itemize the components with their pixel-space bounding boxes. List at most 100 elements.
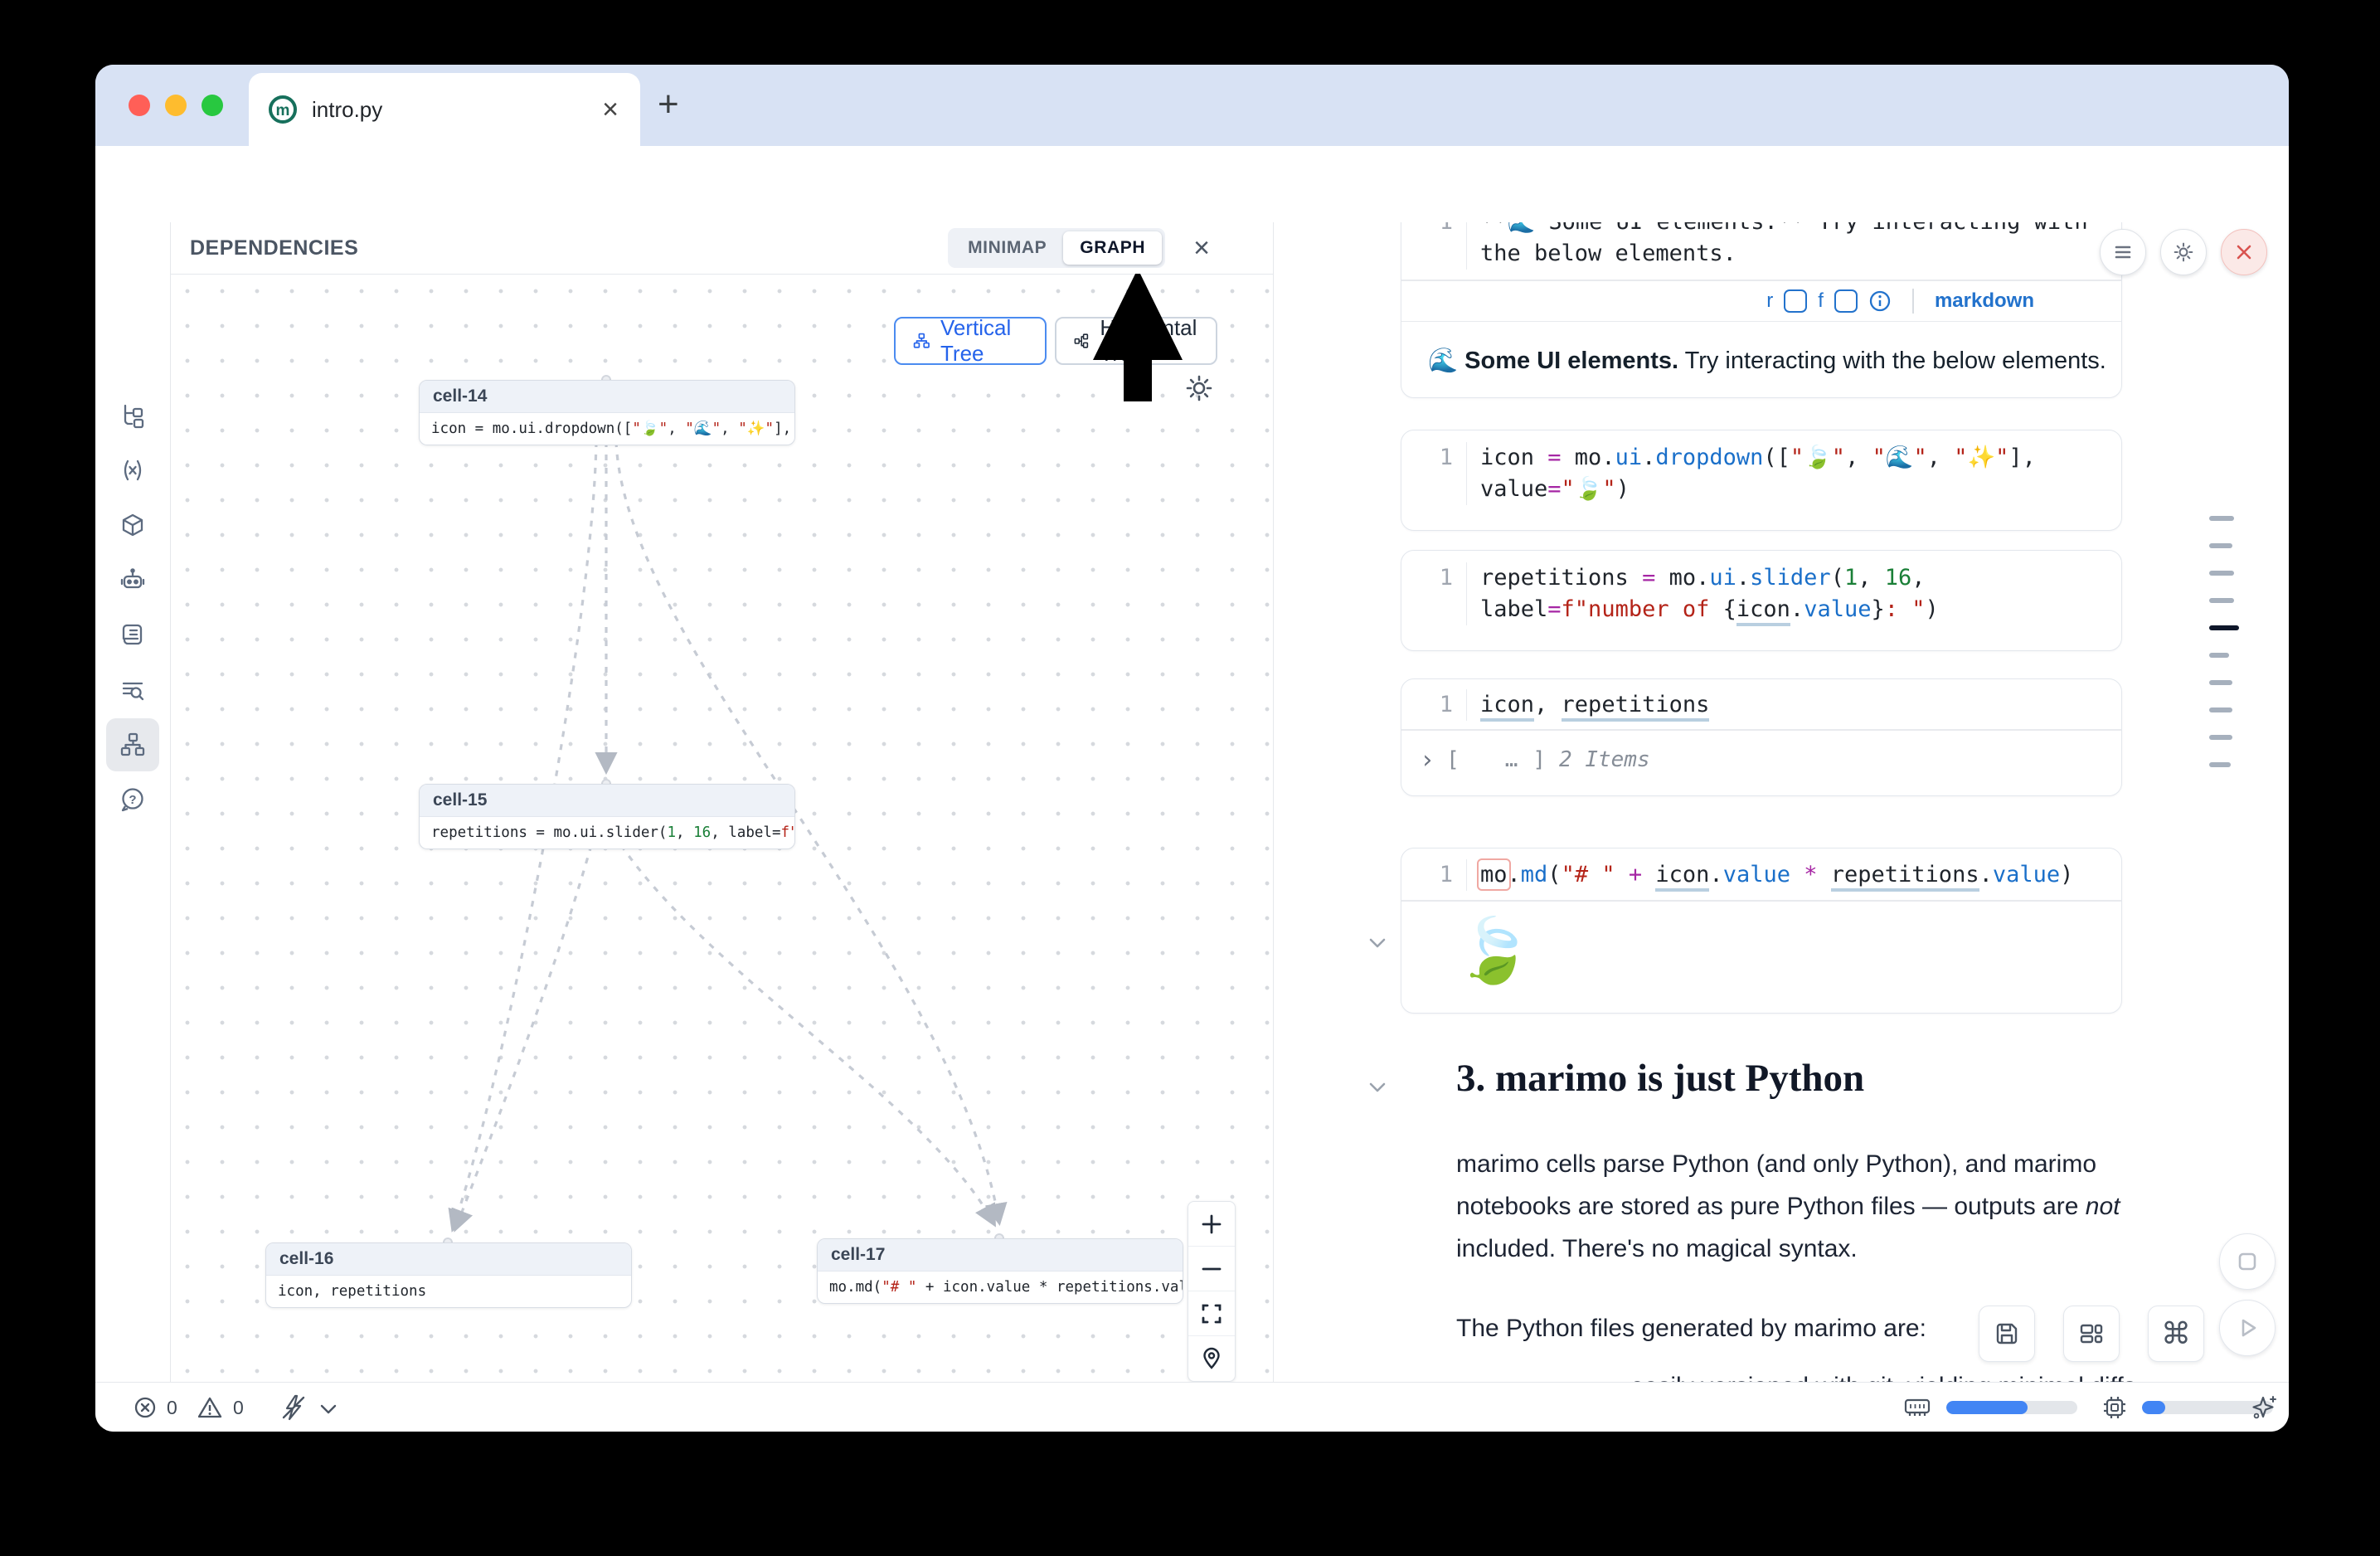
cell-tuple: 1 icon, repetitions › [ … ] 2 Items — [1401, 678, 2122, 796]
code-content: icon, repetitions — [1467, 689, 2052, 721]
items-count-label: 2 Items — [1559, 747, 1650, 772]
cell-slider-code: 1 repetitions = mo.ui.slider(1, 16, labe… — [1401, 550, 2122, 651]
minimize-window-button[interactable] — [165, 95, 187, 116]
minimap-cell-marker[interactable] — [2209, 735, 2232, 740]
collapsed-output[interactable]: › [ … ] 2 Items — [1401, 731, 2121, 790]
errors-indicator-icon[interactable] — [133, 1395, 158, 1420]
minimap-cell-marker[interactable] — [2209, 571, 2234, 576]
output-text: Try interacting with the below elements. — [1678, 348, 2106, 374]
graph-zoom-controls — [1188, 1201, 1236, 1382]
sidebar-item-ai-assistant[interactable] — [106, 554, 159, 607]
graph-node-code: repetitions = mo.ui.slider(1, 16, label=… — [420, 817, 794, 849]
output-emoji: 🌊 — [1428, 348, 1458, 374]
reactive-checkbox[interactable] — [1784, 289, 1807, 313]
cpu-usage-icon — [2101, 1393, 2129, 1422]
fit-view-button[interactable] — [1188, 1291, 1235, 1336]
graph-node-title: cell-17 — [818, 1239, 1183, 1272]
collapse-output-chevron-icon[interactable] — [1363, 929, 1392, 957]
sidebar-item-file-explorer[interactable] — [106, 390, 159, 443]
sidebar-item-dependencies[interactable] — [106, 718, 159, 771]
help-icon: ? — [119, 785, 147, 814]
minimap-cell-marker[interactable] — [2209, 680, 2232, 685]
line-number: 1 — [1401, 859, 1467, 891]
minimap-cell-marker[interactable] — [2209, 516, 2234, 521]
sidebar-item-variables[interactable] — [106, 445, 159, 498]
save-button[interactable] — [1979, 1306, 2035, 1362]
section-paragraph: marimo cells parse Python (and only Pyth… — [1456, 1143, 2171, 1270]
notebook-settings-button[interactable] — [2160, 229, 2207, 275]
shutdown-button[interactable] — [2221, 229, 2267, 275]
bracket-close: ] — [1532, 747, 1546, 772]
browser-tab[interactable]: m intro.py × — [249, 73, 640, 146]
expand-chevron-icon[interactable]: › — [1420, 746, 1435, 775]
run-button[interactable] — [2219, 1300, 2276, 1356]
vertical-tree-button[interactable]: Vertical Tree — [894, 317, 1047, 365]
info-icon[interactable] — [1868, 289, 1892, 313]
graph-node-cell-14[interactable]: cell-14 icon = mo.ui.dropdown(["🍃", "🌊",… — [419, 380, 795, 445]
ai-sparkle-button[interactable] — [2250, 1393, 2280, 1422]
graph-node-cell-17[interactable]: cell-17 mo.md("# " + icon.value * repeti… — [817, 1238, 1183, 1304]
minimap-cell-marker[interactable] — [2209, 707, 2232, 712]
close-window-button[interactable] — [129, 95, 150, 116]
marimo-favicon-icon: m — [267, 94, 299, 125]
minimap-cell-marker-current[interactable] — [2209, 625, 2239, 630]
minimap-cell-marker[interactable] — [2209, 543, 2232, 548]
output-bold-text: Some UI elements. — [1464, 348, 1678, 374]
graph-node-cell-15[interactable]: cell-15 repetitions = mo.ui.slider(1, 16… — [419, 784, 795, 849]
paragraph-text: included. There's no magical syntax. — [1456, 1235, 1858, 1262]
cell-editor[interactable]: 1 **🌊 Some UI elements.** Try interactin… — [1401, 222, 2121, 280]
code-content: mo.md("# " + icon.value * repetitions.va… — [1467, 859, 2110, 891]
error-count: 0 — [167, 1397, 177, 1419]
runtime-menu-chevron-icon[interactable] — [318, 1401, 339, 1417]
panel-close-icon[interactable]: × — [1193, 234, 1210, 262]
layout-toggle-button[interactable] — [2063, 1306, 2120, 1362]
graph-node-title: cell-14 — [420, 381, 794, 413]
zoom-window-button[interactable] — [202, 95, 223, 116]
sidebar-item-logs[interactable] — [106, 609, 159, 662]
vertical-tree-label: Vertical Tree — [940, 315, 1028, 367]
stop-button[interactable] — [2219, 1233, 2276, 1290]
cell-editor[interactable]: 1 repetitions = mo.ui.slider(1, 16, labe… — [1401, 551, 2121, 635]
graph-node-title: cell-16 — [266, 1243, 631, 1276]
package-cube-icon — [119, 512, 147, 540]
cell-markdown-ui-elements: 1 **🌊 Some UI elements.** Try interactin… — [1401, 222, 2122, 398]
sidebar-item-packages[interactable] — [106, 499, 159, 552]
zoom-in-button[interactable] — [1188, 1202, 1235, 1247]
line-number: 1 — [1401, 442, 1467, 505]
minimap-cell-marker[interactable] — [2209, 598, 2234, 603]
memory-usage-fill — [1946, 1401, 2028, 1414]
minimap-cell-marker[interactable] — [2209, 653, 2229, 658]
format-toggle-label: f — [1818, 289, 1824, 313]
new-tab-button[interactable]: + — [658, 86, 679, 123]
autorun-disabled-icon[interactable] — [279, 1393, 308, 1422]
cpu-usage-fill — [2142, 1401, 2165, 1414]
layout-icon — [2077, 1320, 2106, 1348]
ellipsis: … — [1505, 747, 1518, 772]
tab-minimap[interactable]: MINIMAP — [951, 231, 1063, 265]
graph-node-cell-16[interactable]: cell-16 icon, repetitions — [265, 1242, 632, 1308]
keyboard-shortcuts-button[interactable]: ⌘ — [2148, 1306, 2204, 1362]
warnings-indicator-icon[interactable] — [197, 1394, 223, 1421]
format-checkbox[interactable] — [1834, 289, 1858, 313]
line-number: 1 — [1401, 222, 1467, 270]
paragraph-text: marimo cells parse Python (and only Pyth… — [1456, 1150, 2096, 1220]
cell-editor[interactable]: 1 mo.md("# " + icon.value * repetitions.… — [1401, 849, 2121, 900]
sidebar-item-help[interactable]: ? — [106, 773, 159, 826]
cell-editor[interactable]: 1 icon, repetitions — [1401, 679, 2121, 729]
graph-canvas[interactable]: cell-14 icon = mo.ui.dropdown(["🍃", "🌊",… — [170, 274, 1273, 1382]
cell-menu-button[interactable] — [2100, 229, 2146, 275]
collapse-section-chevron-icon[interactable] — [1363, 1073, 1392, 1101]
tab-close-icon[interactable]: × — [602, 95, 619, 124]
graph-node-code: icon = mo.ui.dropdown(["🍃", "🌊", "✨"], v… — [420, 413, 794, 445]
bracket-open: [ — [1446, 747, 1460, 772]
language-mode-label[interactable]: markdown — [1935, 289, 2034, 313]
variables-icon — [119, 457, 147, 485]
minimap-cell-marker[interactable] — [2209, 762, 2231, 767]
line-number: 1 — [1401, 562, 1467, 625]
locate-button[interactable] — [1188, 1336, 1235, 1381]
tab-graph[interactable]: GRAPH — [1063, 231, 1162, 265]
zoom-out-button[interactable] — [1188, 1247, 1235, 1291]
cell-editor[interactable]: 1 icon = mo.ui.dropdown(["🍃", "🌊", "✨"],… — [1401, 430, 2121, 515]
sidebar-rail: ? — [95, 222, 171, 1382]
sidebar-item-snippets[interactable] — [106, 664, 159, 717]
